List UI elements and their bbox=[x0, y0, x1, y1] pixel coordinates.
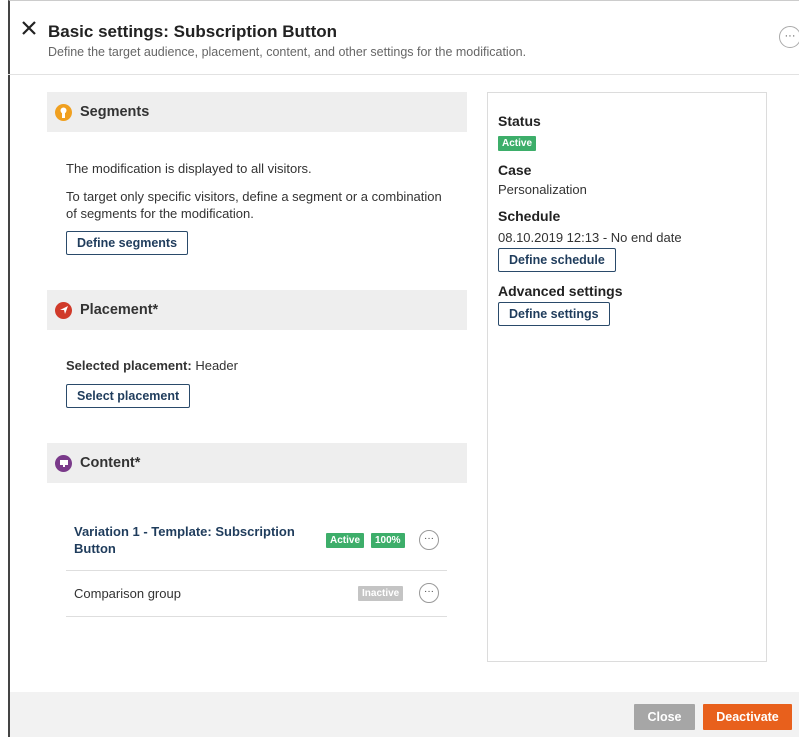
segments-section-header: Segments bbox=[47, 92, 467, 132]
close-button[interactable]: Close bbox=[634, 704, 695, 730]
variation-more-icon[interactable]: ··· bbox=[419, 530, 439, 550]
placement-section-header: Placement* bbox=[47, 290, 467, 330]
variation-name-line1[interactable]: Variation 1 - Template: Subscription bbox=[74, 524, 295, 540]
variation-share-badge: 100% bbox=[371, 533, 405, 548]
variation-name-line2[interactable]: Button bbox=[74, 541, 116, 557]
segments-info: The modification is displayed to all vis… bbox=[66, 161, 312, 176]
comparison-status-badge: Inactive bbox=[358, 586, 404, 601]
segments-hint-line1: To target only specific visitors, define… bbox=[66, 189, 442, 204]
content-section-header: Content* bbox=[47, 443, 467, 483]
comparison-group-row[interactable]: Comparison group Inactive ··· bbox=[66, 571, 447, 617]
content-title: Content* bbox=[80, 455, 141, 471]
placement-title: Placement* bbox=[80, 302, 159, 318]
selected-placement: Selected placement: Header bbox=[66, 358, 238, 373]
status-label: Status bbox=[498, 113, 541, 129]
placement-icon bbox=[55, 301, 72, 319]
define-schedule-button[interactable]: Define schedule bbox=[498, 248, 616, 272]
comparison-more-icon[interactable]: ··· bbox=[419, 583, 439, 603]
status-badge: Active bbox=[498, 136, 537, 151]
page-title: Basic settings: Subscription Button bbox=[48, 22, 338, 41]
deactivate-button[interactable]: Deactivate bbox=[703, 704, 792, 730]
define-settings-button[interactable]: Define settings bbox=[498, 302, 610, 326]
close-icon[interactable] bbox=[21, 20, 39, 38]
dialog-footer: Close Deactivate bbox=[10, 692, 799, 737]
advanced-settings-label: Advanced settings bbox=[498, 283, 623, 299]
selected-placement-value: Header bbox=[191, 358, 238, 373]
variation-row[interactable]: Variation 1 - Template: Subscription But… bbox=[66, 518, 447, 571]
content-icon bbox=[55, 454, 72, 472]
schedule-value: 08.10.2019 12:13 - No end date bbox=[498, 230, 682, 245]
segments-icon bbox=[55, 103, 72, 121]
variation-status-badge: Active bbox=[326, 533, 365, 548]
schedule-label: Schedule bbox=[498, 208, 561, 224]
case-label: Case bbox=[498, 162, 532, 178]
define-segments-button[interactable]: Define segments bbox=[66, 231, 189, 255]
dialog-header: Basic settings: Subscription Button Defi… bbox=[8, 0, 799, 75]
summary-panel: Status Active Case Personalization Sched… bbox=[487, 92, 767, 662]
segments-title: Segments bbox=[80, 104, 150, 120]
page-subtitle: Define the target audience, placement, c… bbox=[48, 45, 527, 59]
select-placement-button[interactable]: Select placement bbox=[66, 384, 191, 408]
comparison-group-name: Comparison group bbox=[74, 586, 181, 601]
selected-placement-label: Selected placement: bbox=[66, 358, 192, 373]
case-value: Personalization bbox=[498, 182, 587, 197]
segments-hint-line2: of segments for the modification. bbox=[66, 206, 254, 221]
more-options-icon[interactable]: ··· bbox=[779, 26, 799, 48]
